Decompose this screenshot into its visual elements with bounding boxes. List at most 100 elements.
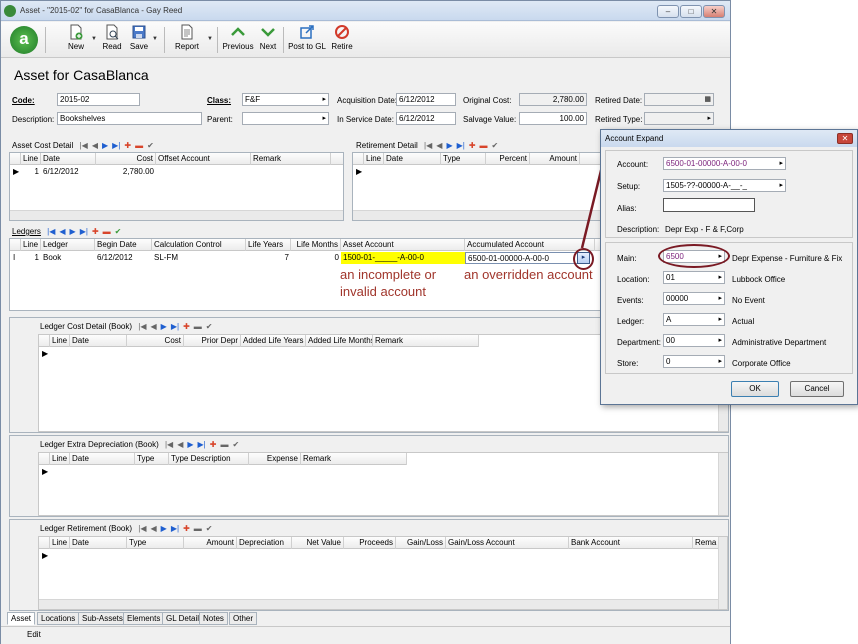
original-cost-label: Original Cost:	[463, 96, 512, 105]
row-date: 6/12/2012	[43, 167, 79, 176]
horizontal-scrollbar[interactable]	[353, 210, 601, 220]
salvage-value-input[interactable]: 100.00	[519, 112, 587, 125]
add-icon[interactable]: ✚	[183, 524, 190, 533]
tab-elements[interactable]: Elements	[123, 612, 165, 625]
tab-other[interactable]: Other	[229, 612, 258, 625]
alias-input[interactable]	[663, 198, 755, 212]
delete-icon[interactable]: ▬	[220, 440, 228, 449]
close-button[interactable]: ✕	[703, 5, 725, 18]
app-icon	[4, 5, 16, 17]
tab-gl-detail[interactable]: GL Detail	[162, 612, 204, 625]
last-icon[interactable]: ▶|	[171, 322, 179, 331]
annotation-incomplete-line1: an incomplete or	[340, 267, 437, 282]
prev-icon[interactable]: ◀	[151, 322, 157, 331]
first-icon[interactable]: |◀	[47, 227, 55, 236]
add-icon[interactable]: ✚	[92, 227, 99, 236]
last-icon[interactable]: ▶|	[171, 524, 179, 533]
account-input[interactable]: 6500-01-00000-A-00-0 ▸	[663, 157, 786, 170]
last-icon[interactable]: ▶|	[80, 227, 88, 236]
chevron-up-icon	[231, 27, 245, 36]
vertical-scrollbar[interactable]	[718, 453, 728, 515]
horizontal-scrollbar[interactable]	[10, 210, 343, 220]
retirement-detail-header: Retirement Detail |◀ ◀ ▶ ▶| ✚ ▬ ✔	[356, 141, 498, 152]
prev-icon[interactable]: ◀	[59, 227, 65, 236]
read-button[interactable]: Read	[100, 24, 124, 56]
segment-store-input[interactable]: 0 ▸	[663, 355, 725, 368]
first-icon[interactable]: |◀	[165, 440, 173, 449]
class-select[interactable]: F&F ▸	[242, 93, 329, 106]
ledger-extra-depr-title: Ledger Extra Depreciation (Book)	[40, 440, 159, 449]
next-icon[interactable]: ▶	[187, 440, 193, 449]
previous-button[interactable]: Previous	[222, 24, 254, 56]
next-icon[interactable]: ▶	[70, 227, 76, 236]
tab-locations[interactable]: Locations	[37, 612, 80, 625]
delete-icon[interactable]: ▬	[194, 524, 202, 533]
row-asset-account-invalid[interactable]: 1500-01-_____-A-00-0	[341, 252, 465, 264]
retire-button[interactable]: Retire	[330, 24, 354, 56]
prev-icon[interactable]: ◀	[151, 524, 157, 533]
title-bar: Asset - "2015-02" for CasaBlanca - Gay R…	[1, 1, 730, 21]
col-net-value: Net Value	[292, 537, 344, 549]
code-input[interactable]: 2015-02	[57, 93, 140, 106]
parent-select[interactable]: ▸	[242, 112, 329, 125]
add-icon[interactable]: ✚	[183, 322, 190, 331]
tab-sub-assets[interactable]: Sub-Assets	[78, 612, 127, 625]
check-icon[interactable]: ✔	[206, 322, 213, 331]
new-button[interactable]: New	[63, 24, 89, 56]
maximize-button[interactable]: □	[680, 5, 702, 18]
segment-ledger-input[interactable]: A ▸	[663, 313, 725, 326]
acquisition-date-input[interactable]: 6/12/2012	[396, 93, 456, 106]
cancel-button[interactable]: Cancel	[790, 381, 844, 397]
first-icon[interactable]: |◀	[424, 141, 432, 150]
prev-icon[interactable]: ◀	[436, 141, 442, 150]
check-icon[interactable]: ✔	[206, 524, 213, 533]
tab-asset[interactable]: Asset	[7, 612, 36, 625]
check-icon[interactable]: ✔	[232, 440, 239, 449]
row-accumulated-account[interactable]: 6500-01-00000-A-00-0	[465, 252, 578, 264]
save-button[interactable]: Save	[128, 24, 150, 56]
segment-department-input[interactable]: 00 ▸	[663, 334, 725, 347]
col-gain-loss: Gain/Loss	[396, 537, 446, 549]
table-row[interactable]: ▶ 1 6/12/2012 2,780.00	[10, 166, 343, 178]
add-icon[interactable]: ✚	[124, 141, 131, 150]
delete-icon[interactable]: ▬	[480, 141, 488, 150]
delete-icon[interactable]: ▬	[194, 322, 202, 331]
add-icon[interactable]: ✚	[210, 440, 217, 449]
next-icon[interactable]: ▶	[161, 322, 167, 331]
retired-type-select[interactable]: ▸	[644, 112, 714, 125]
app-logo[interactable]: a	[10, 26, 38, 54]
col-cost: Cost	[96, 153, 156, 165]
tab-notes[interactable]: Notes	[199, 612, 228, 625]
dialog-close-button[interactable]: ✕	[837, 133, 853, 144]
in-service-date-input[interactable]: 6/12/2012	[396, 112, 456, 125]
next-icon[interactable]: ▶	[446, 141, 452, 150]
check-icon[interactable]: ✔	[147, 141, 154, 150]
horizontal-scrollbar[interactable]	[39, 599, 718, 609]
ok-button[interactable]: OK	[731, 381, 779, 397]
segment-events-input[interactable]: 00000 ▸	[663, 292, 725, 305]
next-icon[interactable]: ▶	[102, 141, 108, 150]
check-icon[interactable]: ✔	[492, 141, 499, 150]
report-button[interactable]: Report	[173, 24, 201, 56]
description-input[interactable]: Bookshelves	[57, 112, 202, 125]
minimize-button[interactable]: –	[657, 5, 679, 18]
last-icon[interactable]: ▶|	[198, 440, 206, 449]
next-icon[interactable]: ▶	[161, 524, 167, 533]
segment-location-input[interactable]: 01 ▸	[663, 271, 725, 284]
first-icon[interactable]: |◀	[80, 141, 88, 150]
last-icon[interactable]: ▶|	[457, 141, 465, 150]
last-icon[interactable]: ▶|	[112, 141, 120, 150]
post-to-gl-button[interactable]: Post to GL	[288, 24, 326, 56]
first-icon[interactable]: |◀	[138, 524, 146, 533]
first-icon[interactable]: |◀	[138, 322, 146, 331]
prev-icon[interactable]: ◀	[177, 440, 183, 449]
setup-input[interactable]: 1505-??-00000-A-__-_ ▸	[663, 179, 786, 192]
next-button[interactable]: Next	[257, 24, 279, 56]
prev-icon[interactable]: ◀	[92, 141, 98, 150]
check-icon[interactable]: ✔	[115, 227, 122, 236]
retired-date-input[interactable]: ▦	[644, 93, 714, 106]
add-icon[interactable]: ✚	[469, 141, 476, 150]
delete-icon[interactable]: ▬	[135, 141, 143, 150]
delete-icon[interactable]: ▬	[103, 227, 111, 236]
vertical-scrollbar[interactable]	[718, 537, 727, 609]
